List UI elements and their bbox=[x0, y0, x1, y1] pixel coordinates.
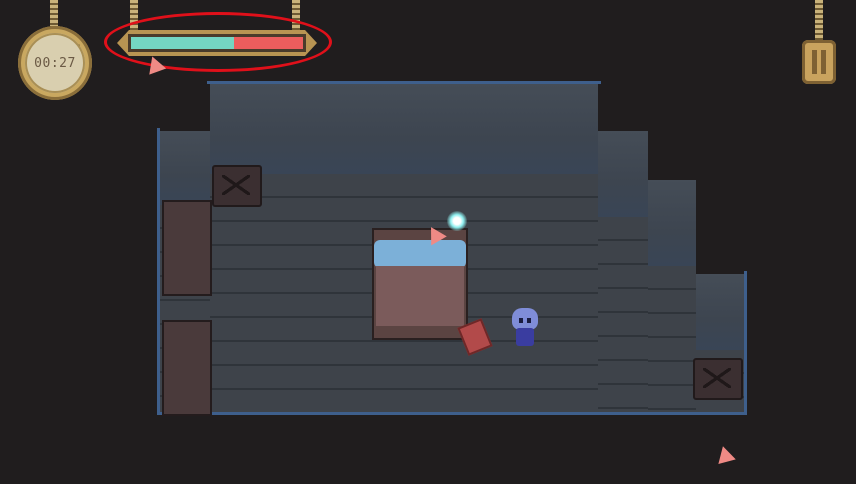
room-border-left bbox=[157, 128, 160, 415]
sofa-lower bbox=[162, 320, 212, 416]
right-wall-middle bbox=[648, 180, 696, 266]
stopwatch-face: 00:27 bbox=[25, 33, 85, 93]
bed bbox=[372, 228, 468, 340]
pause-icon bbox=[812, 50, 817, 74]
bed-pillow bbox=[374, 240, 466, 268]
pause-button[interactable] bbox=[802, 40, 836, 84]
player-eye-right bbox=[527, 318, 531, 323]
stool-top-left bbox=[212, 165, 262, 207]
player-body bbox=[516, 328, 534, 346]
right-wall-upper bbox=[598, 131, 648, 217]
room-border-right bbox=[744, 271, 747, 415]
left-wall bbox=[160, 131, 210, 205]
game-screen: 00:27 bbox=[0, 0, 856, 484]
stool-bottom-right bbox=[693, 358, 743, 400]
player-eye-left bbox=[519, 318, 523, 323]
stopwatch-chain bbox=[50, 0, 58, 26]
floor-right-1 bbox=[598, 217, 648, 412]
bed-blanket bbox=[376, 266, 464, 326]
pause-icon-bar bbox=[821, 50, 826, 74]
back-wall bbox=[210, 84, 598, 174]
sofa-upper bbox=[162, 200, 212, 296]
health-bar-highlight-ring bbox=[104, 12, 332, 72]
player-head bbox=[512, 308, 538, 330]
right-wall-lower bbox=[696, 274, 744, 350]
player-character bbox=[508, 306, 542, 348]
wisp-spirit-icon bbox=[447, 211, 467, 231]
pause-button-chain bbox=[815, 0, 823, 42]
room-border-bottom bbox=[157, 412, 747, 415]
floor-right-2 bbox=[648, 266, 696, 412]
timer-text: 00:27 bbox=[34, 55, 76, 71]
stopwatch-timer: 00:27 bbox=[18, 26, 92, 100]
crystal-shard-icon[interactable] bbox=[714, 443, 736, 465]
